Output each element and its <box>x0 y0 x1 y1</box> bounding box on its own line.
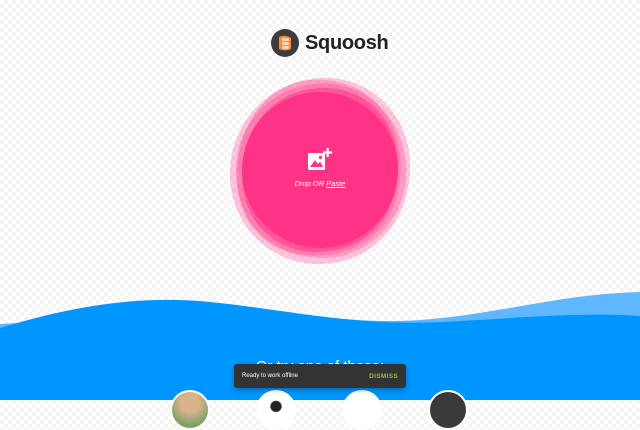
drop-prompt-text: Drop OR <box>294 178 327 188</box>
drop-prompt: Drop OR Paste <box>295 179 346 188</box>
dismiss-button[interactable]: DISMISS <box>369 373 398 380</box>
add-image-icon <box>308 147 333 170</box>
offline-toast: Ready to work offline DISMISS <box>234 364 406 388</box>
app-name: Squoosh <box>305 31 389 54</box>
demo-image-4[interactable] <box>428 390 468 430</box>
paste-link[interactable]: Paste <box>326 179 345 188</box>
toast-message: Ready to work offline <box>242 373 298 379</box>
drop-zone[interactable]: Drop OR Paste <box>220 70 420 270</box>
app-logo: Squoosh <box>271 29 389 57</box>
demo-image-1[interactable] <box>170 390 210 430</box>
demo-image-2[interactable] <box>256 390 296 430</box>
squoosh-logo-icon <box>271 29 299 57</box>
demo-image-3[interactable] <box>342 390 382 430</box>
drop-zone-content: Drop OR Paste <box>220 70 420 270</box>
